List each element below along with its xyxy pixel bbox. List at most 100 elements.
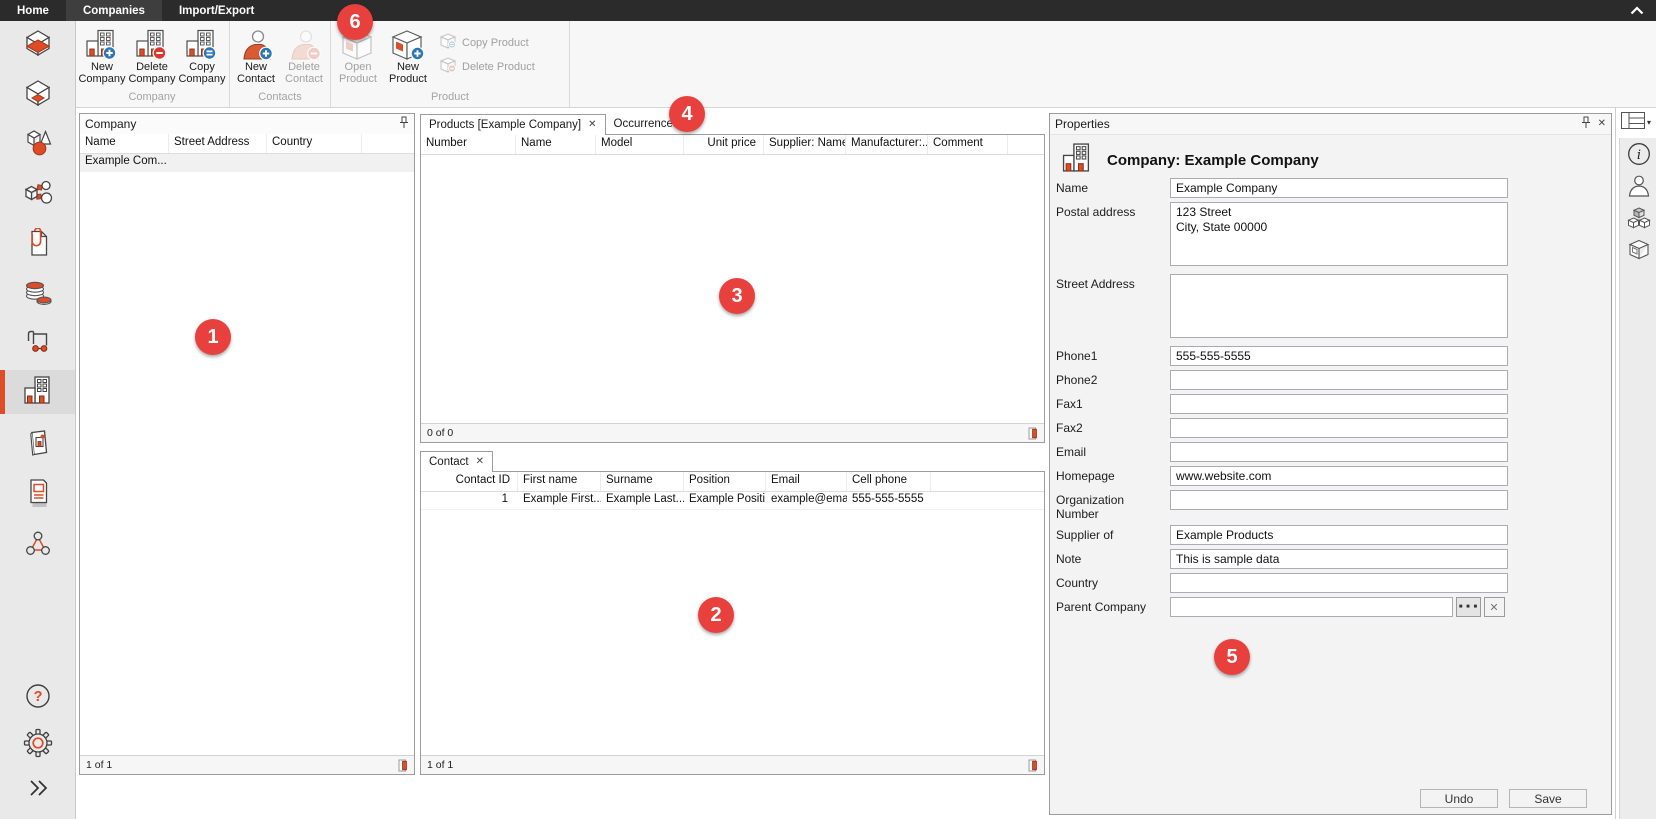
delete-company-label-1: Delete [136, 61, 168, 73]
supplier-of-field[interactable] [1170, 525, 1508, 545]
cell: Example Com... [80, 154, 169, 171]
column-header-number[interactable]: Number [421, 135, 516, 154]
column-header-contact-id[interactable]: Contact ID [421, 472, 518, 491]
browse-button[interactable]: ■ ■ ■ [1456, 597, 1481, 617]
table-row[interactable]: 1Example First...Example Last...Example … [421, 492, 1044, 510]
organization-number-field[interactable] [1170, 490, 1508, 510]
homepage-field[interactable] [1170, 466, 1508, 486]
parent-company-field[interactable] [1170, 597, 1453, 617]
tab-companies[interactable]: Companies [66, 0, 162, 21]
box-icon [1627, 238, 1651, 267]
pin-icon[interactable] [1581, 116, 1591, 132]
shapes-icon [23, 128, 53, 163]
cell: 555-555-5555 [847, 492, 931, 509]
sidebar-item-settings[interactable] [0, 723, 75, 767]
column-header-supplier-name[interactable]: Supplier: Name [764, 135, 846, 154]
column-header-position[interactable]: Position [684, 472, 766, 491]
sidebar-item-shapes[interactable] [0, 123, 75, 167]
column-header-cell-phone[interactable]: Cell phone [847, 472, 931, 491]
save-button[interactable]: Save [1509, 789, 1587, 808]
sidebar-item-linked-cubes[interactable] [0, 173, 75, 217]
delete-company-button[interactable]: Delete Company [127, 25, 177, 91]
pin-icon[interactable] [399, 116, 409, 132]
column-header-country[interactable]: Country [267, 134, 362, 153]
close-icon[interactable]: ✕ [1598, 119, 1606, 129]
property-row-street-address: Street Address [1056, 274, 1508, 338]
svg-text:i: i [1637, 148, 1641, 163]
tab-products[interactable]: Products [Example Company] ✕ [420, 114, 606, 135]
collapse-ribbon-icon[interactable] [1630, 2, 1644, 20]
column-header-email[interactable]: Email [766, 472, 847, 491]
property-row-country: Country [1056, 573, 1508, 593]
column-header-name[interactable]: Name [80, 134, 169, 153]
country-field[interactable] [1170, 573, 1508, 593]
layout-panel-button[interactable]: ▾ [1621, 112, 1655, 133]
phone2-field[interactable] [1170, 370, 1508, 390]
new-company-label-2: Company [78, 73, 125, 85]
copy-company-label-1: Copy [189, 61, 215, 73]
copy-product-button[interactable]: Copy Product [439, 33, 535, 52]
copy-company-button[interactable]: Copy Company [177, 25, 227, 91]
tab-import-export[interactable]: Import/Export [162, 0, 271, 21]
tab-home[interactable]: Home [0, 0, 66, 21]
phone1-field[interactable] [1170, 346, 1508, 366]
close-icon[interactable]: ✕ [476, 457, 484, 467]
tab-contact[interactable]: Contact ✕ [420, 451, 493, 472]
column-header-name[interactable]: Name [516, 135, 596, 154]
sidebar-item-handtruck[interactable] [0, 321, 75, 365]
application-window: Home Companies Import/Export ? [0, 0, 1656, 819]
right-icon-strip: i [1619, 138, 1656, 819]
new-company-button[interactable]: New Company [77, 25, 127, 91]
undo-button[interactable]: Undo [1420, 789, 1498, 808]
properties-panel: Properties ✕ Company: Example Company Na… [1049, 113, 1612, 815]
sidebar-item-companies[interactable] [0, 370, 75, 414]
info-tab-button[interactable]: i [1627, 144, 1651, 168]
sidebar-item-catalog[interactable] [0, 423, 75, 467]
sidebar-item-coins[interactable] [0, 273, 75, 317]
column-header-model[interactable]: Model [596, 135, 684, 154]
network-icon [23, 529, 53, 564]
sidebar-item-attachment[interactable] [0, 223, 75, 267]
new-product-label-2: Product [389, 73, 427, 85]
clear-icon[interactable]: ✕ [1484, 597, 1505, 617]
delete-product-button[interactable]: Delete Product [439, 57, 535, 76]
email-field[interactable] [1170, 442, 1508, 462]
column-header-surname[interactable]: Surname [601, 472, 684, 491]
copy-company-icon [185, 27, 219, 61]
sidebar-item-help[interactable]: ? [0, 676, 75, 720]
fax1-field[interactable] [1170, 394, 1508, 414]
table-row[interactable]: Example Com... [80, 154, 414, 172]
new-product-button[interactable]: New Product [383, 25, 433, 91]
field-label-country: Country [1056, 573, 1170, 590]
new-contact-button[interactable]: New Contact [232, 25, 280, 91]
property-row-note: Note [1056, 549, 1508, 569]
property-row-name: Name [1056, 178, 1508, 198]
products-tab-button[interactable] [1627, 208, 1651, 232]
delete-contact-icon [287, 27, 321, 61]
field-label-phone2: Phone2 [1056, 370, 1170, 387]
column-header-comment[interactable]: Comment [928, 135, 1008, 154]
fax2-field[interactable] [1170, 418, 1508, 438]
cell: Example Last... [601, 492, 684, 509]
sidebar-item-expand[interactable] [0, 768, 75, 812]
sidebar-item-cube[interactable] [0, 23, 75, 67]
delete-contact-button[interactable]: Delete Contact [280, 25, 328, 91]
column-header-street-address[interactable]: Street Address [169, 134, 267, 153]
note-field[interactable] [1170, 549, 1508, 569]
box-tab-button[interactable] [1627, 240, 1651, 264]
column-header-first-name[interactable]: First name [518, 472, 601, 491]
gear-icon [23, 728, 53, 763]
column-header-unit-price[interactable]: Unit price [684, 135, 764, 154]
sidebar-item-network[interactable] [0, 524, 75, 568]
contacts-tab-button[interactable] [1627, 176, 1651, 200]
sidebar-item-cube-outline[interactable] [0, 73, 75, 117]
street-address-field[interactable] [1170, 274, 1508, 338]
sidebar-item-report[interactable] [0, 472, 75, 516]
close-icon[interactable]: ✕ [588, 120, 596, 130]
table-header: Contact IDFirst nameSurnamePositionEmail… [421, 472, 1044, 492]
column-header-manufacturer[interactable]: Manufacturer:... [846, 135, 928, 154]
postal-address-field[interactable] [1170, 202, 1508, 266]
column-header-filler [1008, 135, 1044, 154]
name-field[interactable] [1170, 178, 1508, 198]
property-row-organization-number: Organization Number [1056, 490, 1508, 521]
